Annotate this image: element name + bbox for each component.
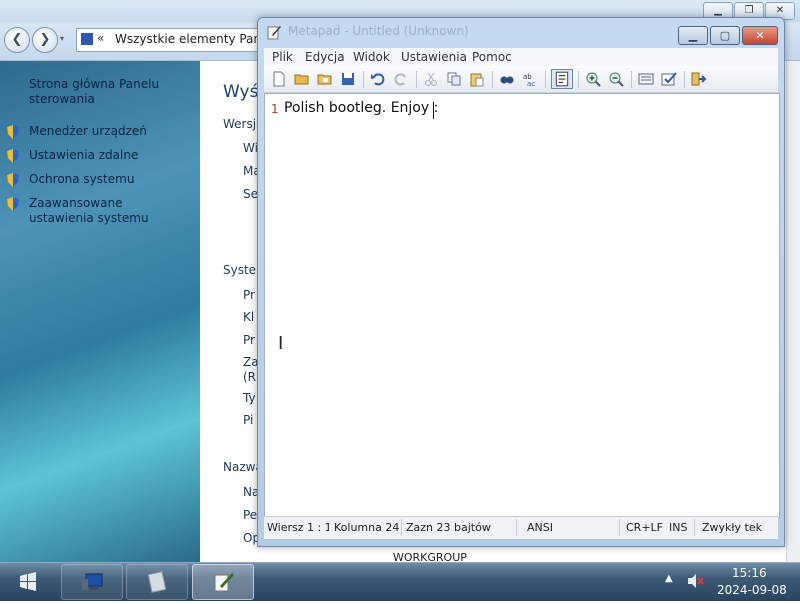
- text-caret: [433, 102, 434, 119]
- window-title: Metapad - Untitled (Unknown): [288, 24, 469, 38]
- page-title: Wyś: [223, 82, 259, 102]
- status-divider: [619, 519, 620, 536]
- volume-muted-icon[interactable]: [686, 572, 704, 590]
- zoom-out-icon[interactable]: [608, 71, 624, 87]
- info-label: Pr: [243, 333, 255, 347]
- menu-settings[interactable]: Ustawienia: [401, 50, 467, 64]
- forward-button[interactable]: ❯: [32, 27, 58, 53]
- info-label: Se: [243, 187, 258, 201]
- editor-content[interactable]: Polish bootleg. Enjoy :: [284, 100, 438, 116]
- options-checklist-icon[interactable]: [661, 71, 677, 87]
- info-label: Wi: [243, 141, 258, 155]
- computer-icon: [82, 573, 103, 590]
- status-bar: Wiersz 1 : 1 Kolumna 24 Zazn 23 bajtów A…: [264, 516, 778, 539]
- taskbar: ▲ 15:16 2024-09-08: [0, 562, 800, 601]
- info-label: Pi: [243, 413, 254, 427]
- undo-icon[interactable]: [370, 71, 386, 87]
- status-text-mode: Zwykły teks: [702, 521, 762, 534]
- paste-icon[interactable]: [469, 71, 485, 87]
- status-divider: [401, 519, 402, 536]
- toolbar-separator: [578, 71, 579, 88]
- control-panel-scrollbar[interactable]: [786, 61, 800, 562]
- show-hidden-icons-button[interactable]: ▲: [665, 573, 673, 584]
- toolbar-separator: [363, 71, 364, 88]
- new-file-icon[interactable]: [271, 71, 287, 87]
- toolbar-separator: [416, 71, 417, 88]
- sidebar-item-label: Zaawansowane ustawienia systemu: [29, 196, 149, 225]
- status-divider: [516, 519, 517, 536]
- settings-icon[interactable]: [638, 71, 654, 87]
- uac-shield-icon: [7, 173, 19, 187]
- address-text: Wszystkie elementy Panelu: [115, 32, 280, 46]
- text-editor[interactable]: 1 Polish bootleg. Enjoy :: [264, 93, 780, 518]
- control-panel-sidebar: Strona główna Panelu sterowania Menedżer…: [0, 61, 200, 562]
- zoom-in-icon[interactable]: [585, 71, 601, 87]
- replace-icon[interactable]: abac: [522, 71, 538, 87]
- sidebar-item-label: Ustawienia zdalne: [29, 148, 139, 162]
- info-label: Kl: [243, 310, 255, 324]
- uac-shield-icon: [7, 197, 19, 211]
- status-encoding: ANSI: [527, 521, 553, 534]
- taskbar-app-button[interactable]: [126, 564, 188, 600]
- toolbar: ab ac: [264, 66, 778, 93]
- clock-date[interactable]: 2024-09-08: [717, 583, 787, 597]
- save-icon[interactable]: [340, 71, 356, 87]
- back-button[interactable]: ❮: [4, 27, 30, 53]
- notepad-app-icon: [267, 26, 281, 40]
- status-position: Wiersz 1 : 1: [267, 521, 329, 534]
- line-number: 1: [271, 102, 279, 116]
- info-label: Pe: [243, 508, 258, 522]
- status-insert-mode: INS: [669, 521, 688, 534]
- cut-icon[interactable]: [423, 71, 439, 87]
- close-button[interactable]: ✕: [742, 26, 778, 45]
- status-column: Kolumna 24: [334, 521, 400, 534]
- mouse-ibeam-cursor-icon: I: [278, 333, 284, 354]
- status-line-ending: CR+LF: [626, 521, 663, 534]
- svg-text:ac: ac: [527, 80, 535, 87]
- info-label: Pr: [243, 288, 255, 302]
- menu-bar: Plik Edycja Widok Ustawienia Pomoc: [264, 48, 778, 66]
- redo-icon[interactable]: [393, 71, 409, 87]
- address-bar[interactable]: « Wszystkie elementy Panelu: [76, 28, 280, 52]
- control-panel-icon: [81, 33, 93, 45]
- history-dropdown-icon[interactable]: ▾: [60, 34, 64, 43]
- sidebar-item-label: Ochrona systemu: [29, 172, 135, 186]
- menu-file[interactable]: Plik: [272, 50, 293, 64]
- status-selection: Zazn 23 bajtów: [406, 521, 491, 534]
- sidebar-home-link[interactable]: Strona główna Panelu sterowania: [29, 77, 194, 107]
- notepad-window: Metapad - Untitled (Unknown) ▁ ▢ ✕ Plik …: [257, 17, 785, 547]
- menu-view[interactable]: Widok: [353, 50, 390, 64]
- toolbar-separator: [492, 71, 493, 88]
- open-folder-icon[interactable]: [294, 71, 310, 87]
- taskbar-control-panel-button[interactable]: [61, 564, 123, 600]
- clock-time[interactable]: 15:16: [732, 566, 767, 580]
- document-app-icon: [147, 571, 167, 593]
- menu-help[interactable]: Pomoc: [472, 50, 512, 64]
- uac-shield-icon: [7, 125, 19, 139]
- uac-shield-icon: [7, 149, 19, 163]
- info-label: (R: [243, 370, 257, 384]
- word-wrap-icon[interactable]: [551, 69, 573, 89]
- minimize-button[interactable]: ▁: [678, 26, 708, 45]
- windows-logo-icon: [20, 572, 36, 591]
- status-divider: [694, 519, 695, 536]
- copy-icon[interactable]: [446, 71, 462, 87]
- toolbar-separator: [631, 71, 632, 88]
- notepad-app-icon: [214, 573, 234, 592]
- maximize-button[interactable]: ▢: [710, 26, 740, 45]
- open-recent-icon[interactable]: [317, 71, 333, 87]
- toolbar-separator: [545, 71, 546, 88]
- start-button[interactable]: [8, 565, 48, 599]
- find-icon[interactable]: [499, 71, 515, 87]
- notepad-titlebar[interactable]: Metapad - Untitled (Unknown) ▁ ▢ ✕: [258, 18, 784, 45]
- info-label: Ty: [243, 391, 256, 405]
- launch-viewer-icon[interactable]: [691, 71, 707, 87]
- taskbar-notepad-button[interactable]: [192, 564, 254, 600]
- sidebar-item-label: Menedżer urządzeń: [29, 124, 147, 138]
- menu-edit[interactable]: Edycja: [305, 50, 345, 64]
- address-chevrons[interactable]: «: [97, 31, 104, 45]
- toolbar-separator: [684, 71, 685, 88]
